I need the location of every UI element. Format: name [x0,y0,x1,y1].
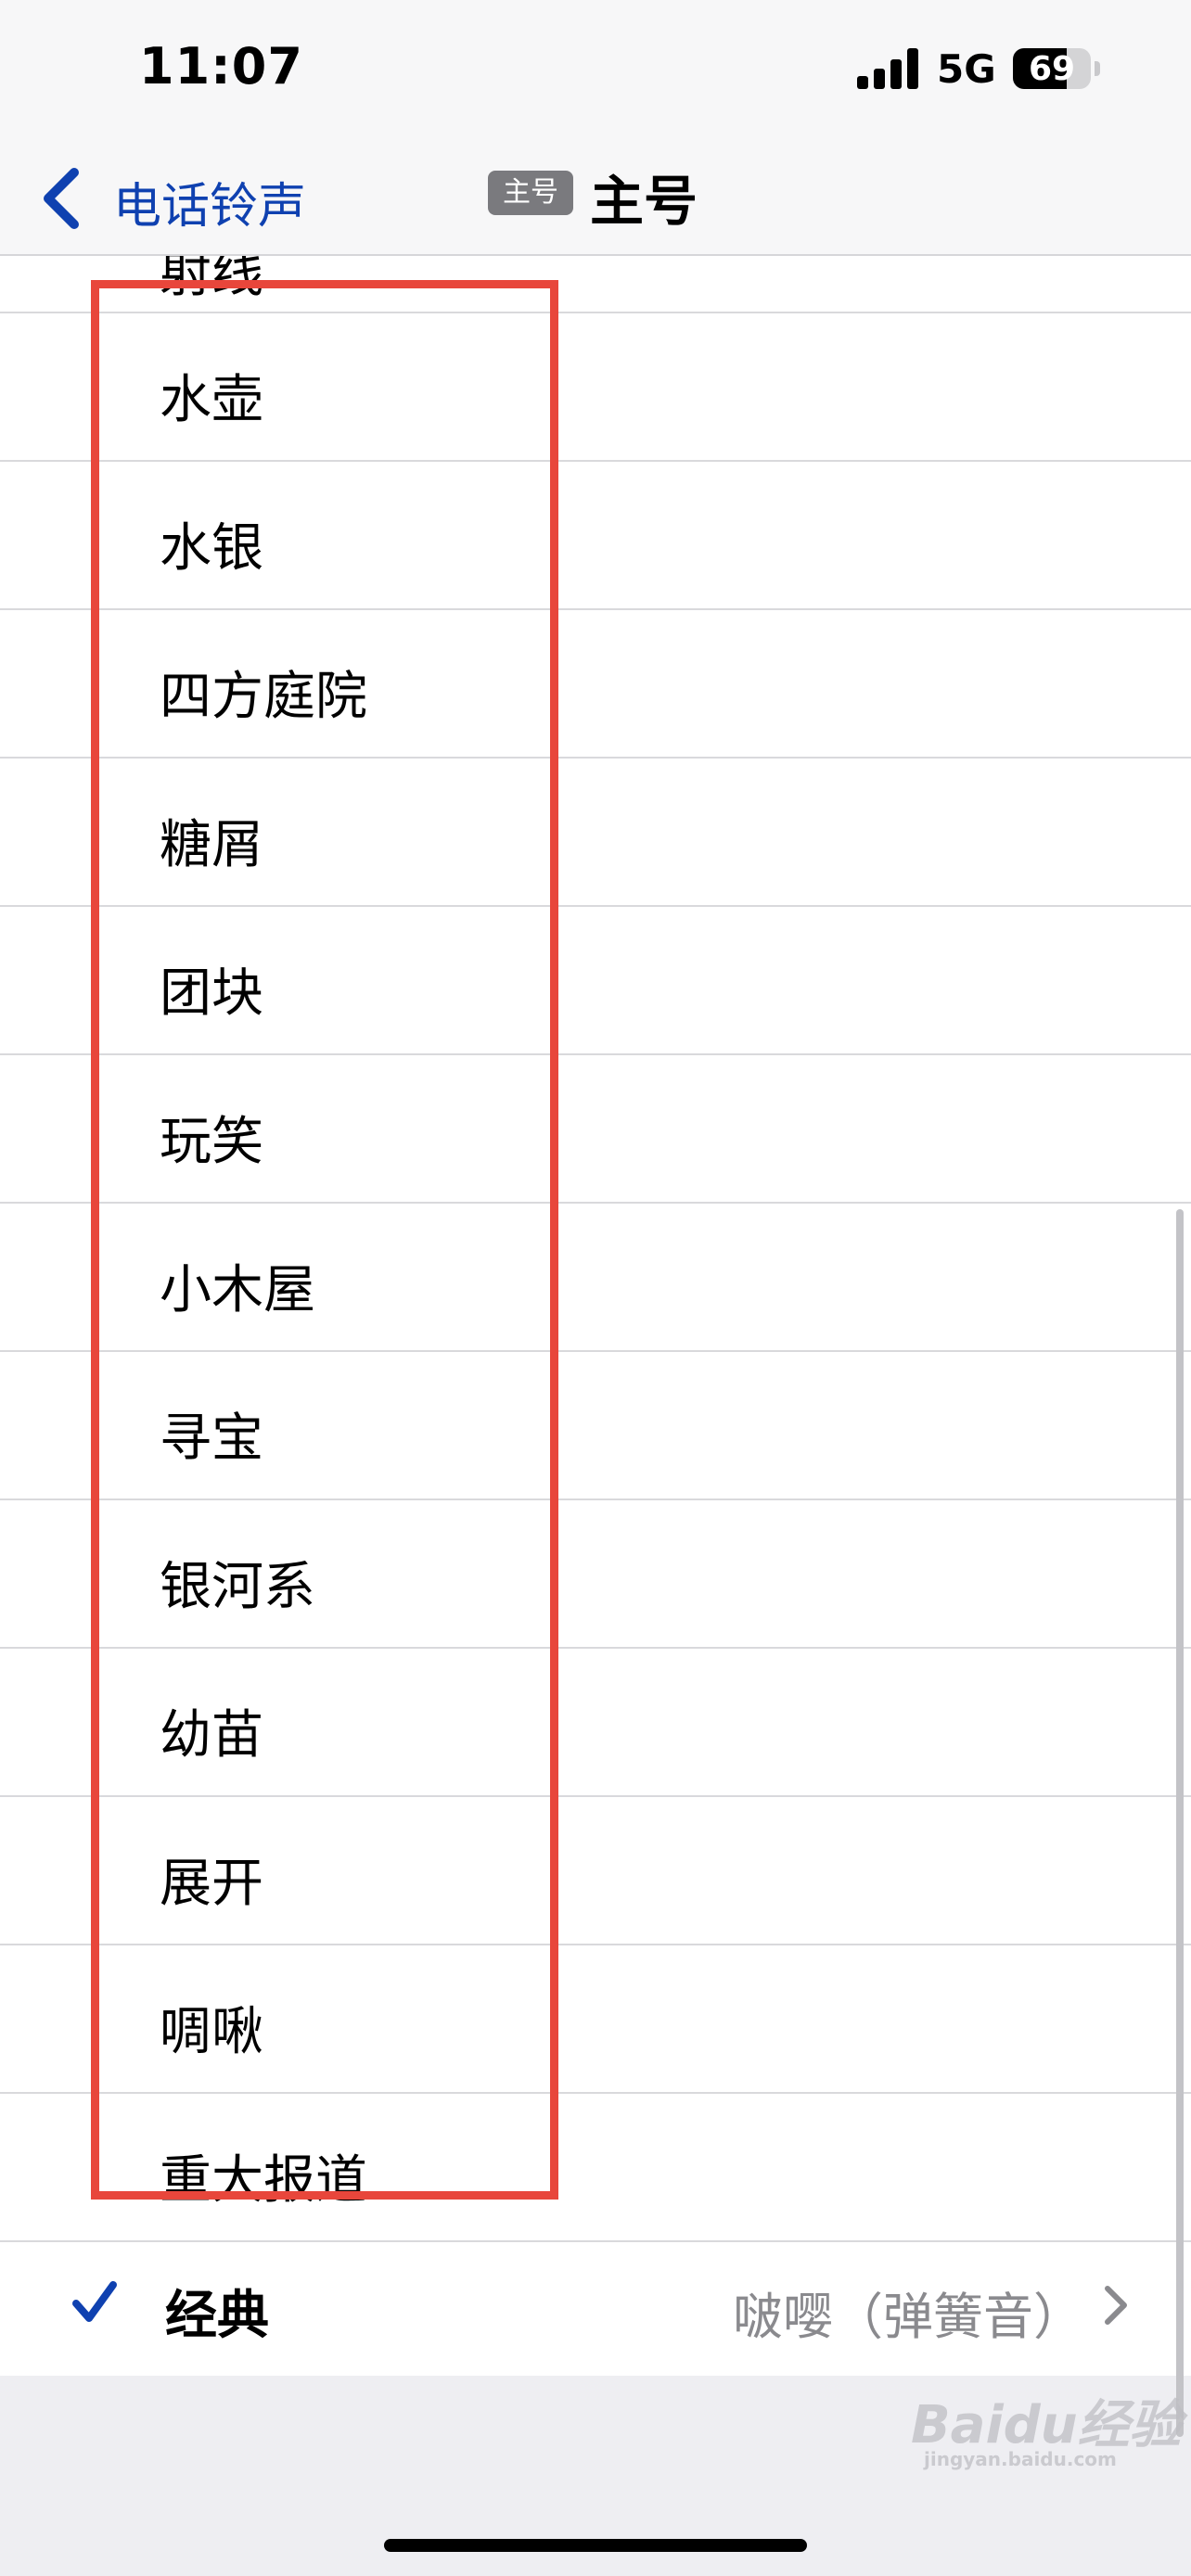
sim-badge: 主号 [488,171,573,215]
cellular-signal-icon [857,48,918,89]
baidu-watermark: Baidu经验 jingyan.baidu.com [911,2383,1182,2470]
chevron-left-icon [44,168,79,229]
scroll-indicator[interactable] [1176,1209,1184,2437]
battery-icon: 69 [1013,48,1091,89]
home-indicator[interactable] [384,2539,807,2552]
selected-ringtone-detail: 啵嘤（弹簧音） [733,2288,1083,2346]
network-type: 5G [937,46,996,92]
selected-ringtone-row[interactable]: 经典 啵嘤（弹簧音） [0,2229,1191,2376]
highlight-box [91,280,558,2200]
battery-tip [1095,61,1100,76]
watermark-url: jingyan.baidu.com [924,2448,1117,2470]
back-button[interactable]: 电话铃声 [28,148,362,241]
watermark-logo: Baidu经验 [911,2395,1182,2455]
navigation-bar: 电话铃声 主号 主号 [0,139,1191,256]
chevron-right-icon [1105,2286,1127,2325]
checkmark-icon [72,2281,117,2322]
page-title: 主号 [590,170,698,233]
selected-ringtone-label: 经典 [165,2286,269,2346]
status-bar: 11:07 5G 69 [0,0,1191,139]
status-time: 11:07 [139,37,303,96]
battery-percent: 69 [1028,50,1076,88]
back-button-label: 电话铃声 [113,179,307,235]
